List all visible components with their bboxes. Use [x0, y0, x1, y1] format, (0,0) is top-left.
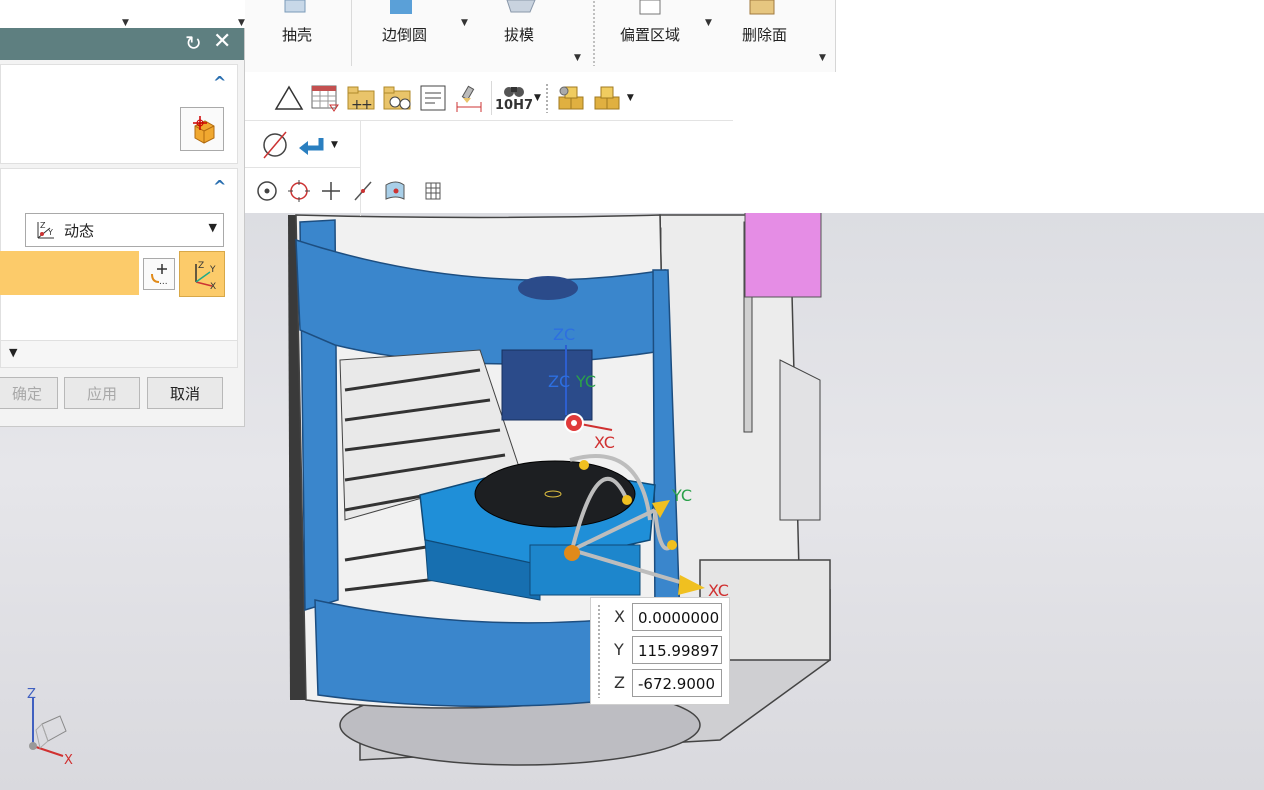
grid-filter-icon[interactable] — [417, 175, 449, 207]
apply-button[interactable]: 应用 — [64, 377, 140, 409]
z-coordinate-field[interactable]: -672.9000 — [632, 669, 722, 697]
z-label: Z — [614, 673, 625, 692]
binoculars-icon — [504, 86, 524, 97]
edge-round-button[interactable]: 边倒圆 — [382, 24, 427, 45]
svg-text:Y: Y — [209, 265, 216, 275]
dropdown-arrow-icon[interactable]: ▼ — [238, 18, 245, 28]
separator — [245, 167, 360, 168]
tolerance-dropdown-icon[interactable]: ▼ — [534, 93, 541, 103]
group-more-icon[interactable]: ▼ — [819, 53, 826, 63]
coordinate-input-box: X 0.0000000 Y 115.99897 Z -672.9000 — [590, 597, 730, 705]
xc-label-2: XC — [594, 433, 615, 452]
dialog-title-bar[interactable]: ↻ ✕ — [0, 28, 244, 60]
ribbon-icons-clipped — [284, 0, 775, 15]
collapse-section-icon[interactable]: ^ — [213, 73, 226, 92]
row2-dropdown-icon[interactable]: ▼ — [331, 140, 338, 150]
ribbon-feature-group: ▼ ▼ 抽壳 边倒圆 ▼ 拔模 ▼ 偏置区域 ▼ 删除面 ▼ — [122, 0, 836, 73]
y-coordinate-field[interactable]: 115.99897 — [632, 636, 722, 664]
toolbar-row-2: ▼ — [257, 126, 338, 164]
svg-text:Y: Y — [47, 228, 53, 237]
tolerance-button[interactable]: 10H7 — [494, 84, 534, 113]
separator — [491, 81, 492, 115]
expand-section-icon[interactable]: ▼ — [9, 346, 17, 359]
tolerance-label: 10H7 — [494, 97, 534, 113]
separator — [245, 120, 733, 121]
delete-face-button[interactable]: 删除面 — [742, 24, 787, 45]
diameter-icon[interactable] — [257, 127, 293, 163]
settings-section[interactable]: ▼ — [0, 340, 238, 368]
separator — [351, 0, 352, 66]
reference-section: ^ — [0, 64, 238, 164]
csys-dialog: ↻ ✕ ^ ^ ZY 动态 ▼ ... ZYX ▼ 确定 应用 取消 — [0, 28, 245, 427]
zc-label-2: ZC — [548, 372, 570, 391]
cancel-button[interactable]: 取消 — [147, 377, 223, 409]
reset-icon[interactable]: ↻ — [185, 31, 202, 55]
dynamic-csys-icon: ZY — [37, 221, 54, 239]
grip-handle[interactable] — [544, 83, 549, 113]
orientation-type-select[interactable]: ZY 动态 ▼ — [25, 213, 224, 247]
close-icon[interactable]: ✕ — [213, 29, 231, 54]
orientation-type-value: 动态 — [64, 221, 95, 240]
coord-row-x: X 0.0000000 — [591, 602, 729, 632]
grip-handle[interactable] — [592, 0, 597, 66]
undo-arrow-icon[interactable] — [293, 127, 329, 163]
svg-text:X: X — [210, 282, 216, 290]
yc-label: YC — [671, 486, 692, 505]
assembly-dropdown-icon[interactable]: ▼ — [627, 93, 634, 103]
svg-text:+: + — [361, 97, 373, 113]
chevron-down-icon[interactable]: ▼ — [209, 221, 217, 234]
offset-region-dropdown-icon[interactable]: ▼ — [705, 18, 712, 28]
toolbar-row-3 — [251, 175, 449, 207]
triad-z-label: Z — [27, 687, 36, 702]
folder-add-icon[interactable]: + + — [343, 80, 379, 116]
csys-origin-button[interactable] — [180, 107, 224, 151]
edge-round-dropdown-icon[interactable]: ▼ — [461, 18, 468, 28]
zc-label: ZC — [553, 325, 575, 344]
point-quadrant-icon[interactable] — [283, 175, 315, 207]
selected-csys-field[interactable] — [0, 251, 139, 295]
dropdown-arrow-icon[interactable]: ▼ — [122, 18, 129, 28]
note-icon[interactable] — [415, 80, 451, 116]
svg-text:Z: Z — [40, 221, 46, 230]
draft-button[interactable]: 拔模 — [504, 24, 534, 45]
x-coordinate-field[interactable]: 0.0000000 — [632, 603, 722, 631]
offset-region-button[interactable]: 偏置区域 — [620, 24, 680, 45]
triad-x-label: X — [64, 753, 73, 766]
ok-button[interactable]: 确定 — [0, 377, 58, 409]
assembly-blocks-icon[interactable] — [553, 80, 589, 116]
csys-axes-icon: Z YX — [195, 261, 216, 290]
toolbar-area: + + 10H7 ▼ ▼ ▼ — [245, 72, 1264, 216]
table-icon[interactable] — [307, 80, 343, 116]
yc-label-2: YC — [575, 372, 596, 391]
assembly-blocks-2-icon[interactable] — [589, 80, 625, 116]
x-label: X — [614, 607, 625, 626]
coord-row-y: Y 115.99897 — [591, 635, 729, 665]
group-more-icon[interactable]: ▼ — [574, 53, 581, 63]
triangle-icon[interactable] — [271, 80, 307, 116]
add-csys-icon: ... — [151, 264, 168, 286]
existing-point-icon[interactable] — [315, 175, 347, 207]
y-label: Y — [614, 640, 624, 659]
add-csys-button[interactable]: ... — [143, 258, 175, 290]
collapse-section-icon[interactable]: ^ — [213, 177, 226, 196]
view-triad: Z X — [27, 687, 73, 766]
svg-text:...: ... — [159, 277, 168, 286]
csys-dialog-button[interactable]: ZYX — [179, 251, 225, 297]
cube-origin-icon — [193, 116, 215, 144]
folder-search-icon[interactable] — [379, 80, 415, 116]
svg-text:Z: Z — [198, 261, 204, 271]
point-on-face-icon[interactable] — [379, 175, 411, 207]
dimension-brush-icon[interactable] — [451, 80, 487, 116]
coord-row-z: Z -672.9000 — [591, 668, 729, 698]
point-on-curve-icon[interactable] — [347, 175, 379, 207]
shell-button[interactable]: 抽壳 — [282, 24, 312, 45]
point-center-icon[interactable] — [251, 175, 283, 207]
toolbar-row-1: + + 10H7 ▼ ▼ — [271, 78, 634, 118]
